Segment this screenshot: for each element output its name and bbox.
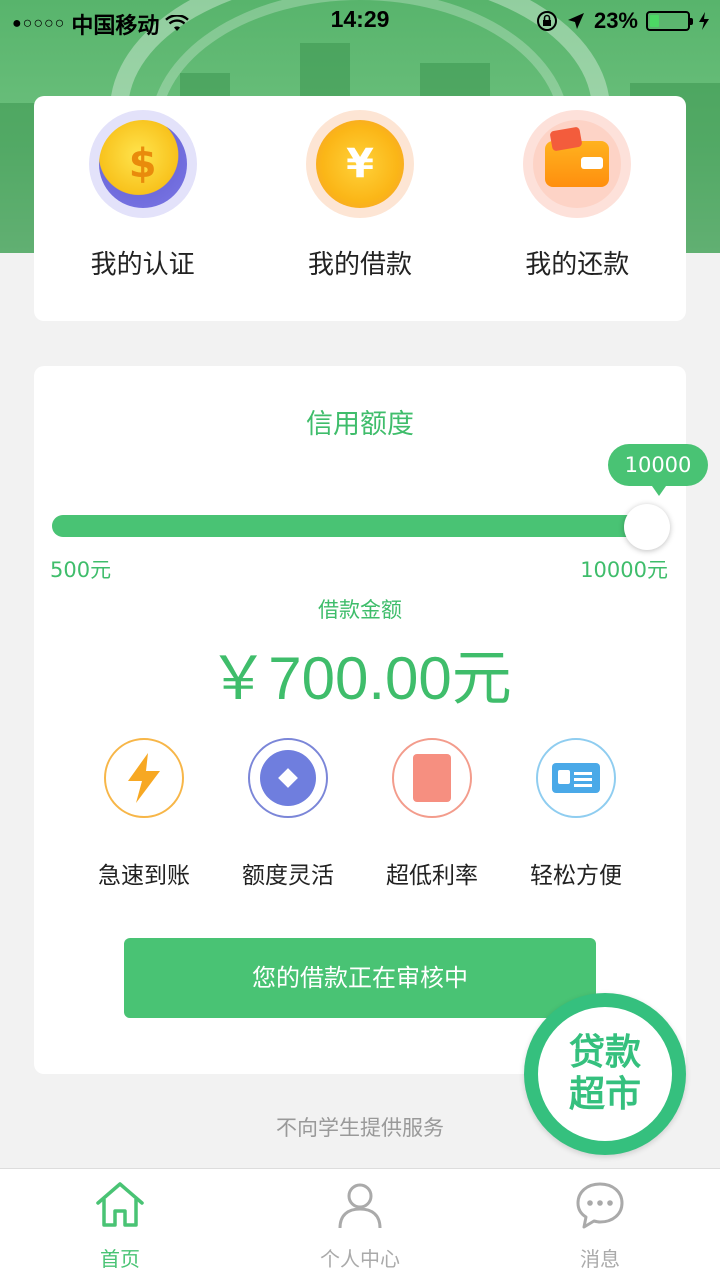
person-icon (338, 1183, 382, 1229)
slider-max-label: 10000元 (580, 558, 668, 582)
my-borrowing-button[interactable]: ¥ 我的借款 (260, 110, 460, 321)
bottom-tab-bar: 首页 个人中心 消息 (0, 1168, 720, 1280)
features-row: 急速到账 额度灵活 超低利率 轻松方便 (84, 738, 636, 890)
yen-coin-icon: ¥ (305, 110, 414, 218)
tab-messages[interactable]: 消息 (500, 1169, 700, 1280)
my-certification-button[interactable]: $ 我的认证 (43, 110, 243, 321)
tab-personal-center-label: 个人中心 (320, 1247, 400, 1271)
diamond-icon (248, 738, 328, 818)
battery-percent: 23% (593, 8, 638, 33)
my-repayment-button[interactable]: 我的还款 (477, 110, 677, 321)
rotation-lock-icon (536, 11, 557, 31)
feature-convenient: 轻松方便 (516, 738, 636, 890)
message-icon (576, 1182, 624, 1229)
credit-slider-thumb[interactable] (624, 504, 670, 550)
tab-messages-label: 消息 (580, 1247, 620, 1271)
feature-label: 超低利率 (386, 863, 478, 889)
student-notice: 不向学生提供服务 (276, 1116, 444, 1140)
slider-min-label: 500元 (50, 558, 112, 582)
my-certification-label: 我的认证 (90, 250, 195, 280)
credit-limit-card: 信用额度 10000 500元 10000元 借款金额 ￥700.00元 急速到… (34, 366, 708, 1074)
location-arrow-icon (567, 13, 584, 29)
rate-card-icon (392, 738, 472, 818)
credit-slider-fill (52, 515, 648, 537)
tab-home[interactable]: 首页 (20, 1169, 220, 1280)
id-card-icon (536, 738, 616, 818)
feature-fast-arrival: 急速到账 (84, 738, 204, 890)
loan-amount-value: ￥700.00元 (208, 645, 512, 712)
feature-label: 急速到账 (98, 863, 190, 889)
credit-limit-title: 信用额度 (306, 409, 414, 440)
slider-value-tooltip: 10000 (608, 444, 708, 496)
loan-status-button[interactable]: 您的借款正在审核中 (124, 938, 596, 1018)
feature-label: 额度灵活 (242, 863, 334, 889)
status-right: 23% (536, 8, 710, 34)
credit-slider-track[interactable] (52, 515, 648, 537)
status-bar: ●○○○○ 中国移动 14:29 23% (0, 0, 720, 40)
feature-flexible-limit: 额度灵活 (228, 738, 348, 890)
home-icon (96, 1182, 144, 1227)
lightbulb-dollar-icon: $ (88, 110, 197, 218)
my-repayment-label: 我的还款 (525, 250, 630, 280)
charging-bolt-icon (699, 12, 709, 30)
my-borrowing-label: 我的借款 (307, 250, 412, 280)
lightning-icon (104, 738, 184, 818)
wallet-icon (523, 110, 632, 218)
tab-home-label: 首页 (100, 1247, 140, 1271)
loan-amount-label: 借款金额 (318, 598, 402, 622)
quick-actions-card: $ 我的认证 ¥ 我的借款 我的还款 (34, 96, 686, 321)
feature-label: 轻松方便 (530, 863, 622, 889)
loan-market-label: 贷款超市 (568, 1032, 641, 1115)
tab-personal-center[interactable]: 个人中心 (260, 1169, 460, 1280)
battery-icon (646, 11, 693, 31)
feature-low-rate: 超低利率 (372, 738, 492, 890)
